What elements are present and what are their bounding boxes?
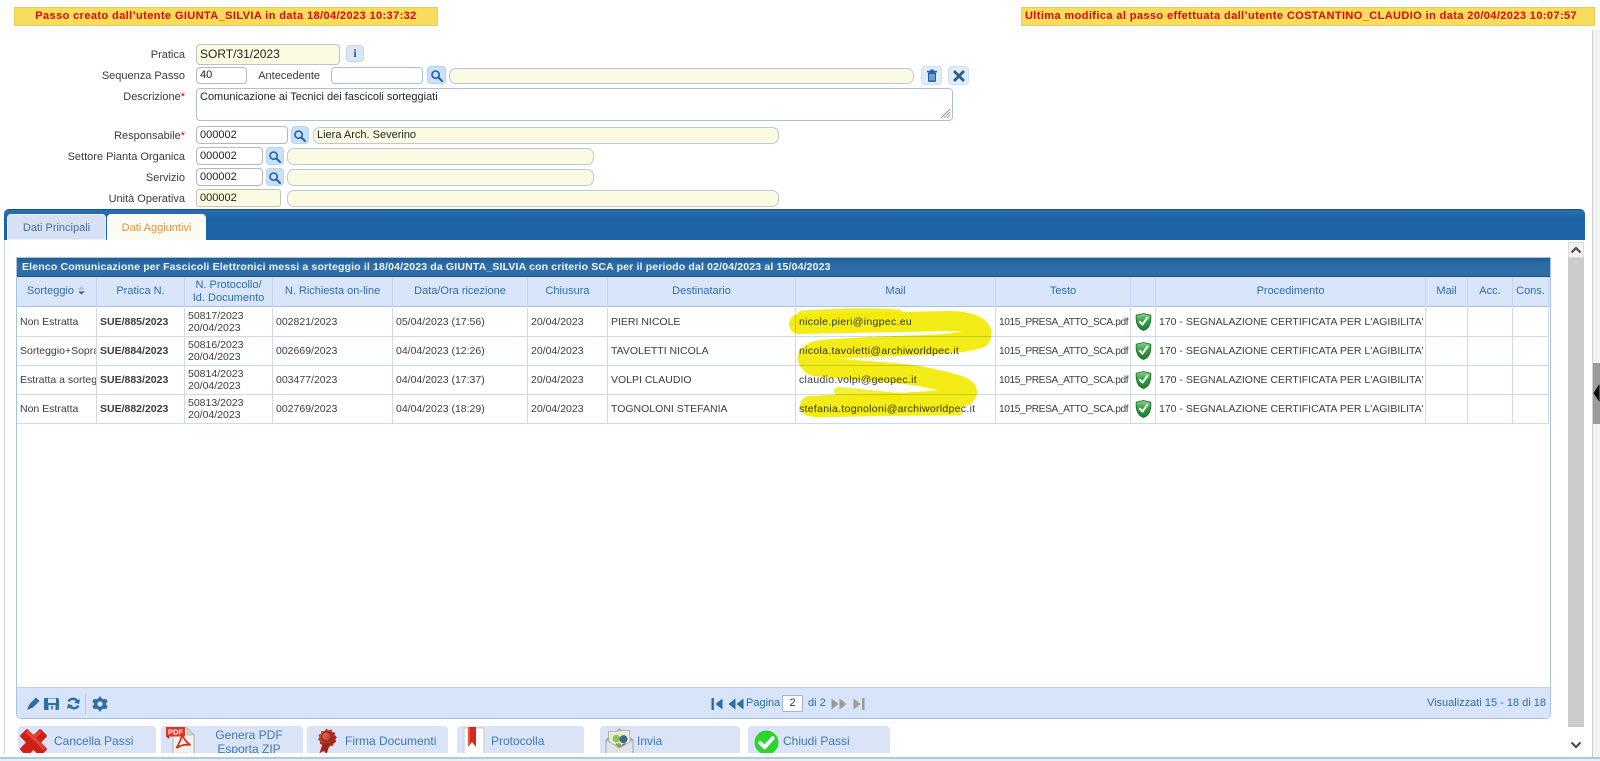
svg-text:PDF: PDF	[168, 728, 183, 737]
